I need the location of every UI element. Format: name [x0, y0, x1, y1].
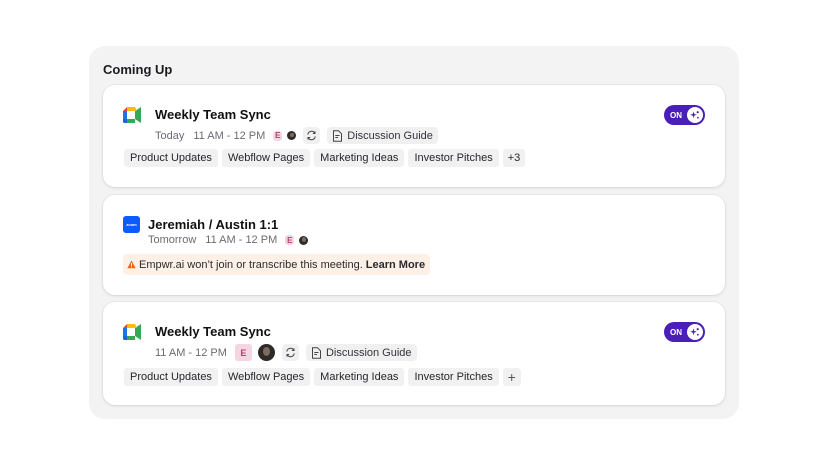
attendee-avatar[interactable] [299, 235, 309, 245]
tag[interactable]: Investor Pitches [408, 368, 499, 386]
meeting-card[interactable]: Weekly Team Sync 11 AM - 12 PM E Discuss… [103, 302, 725, 405]
attendee-badge[interactable]: E [273, 130, 283, 141]
more-tags-button[interactable]: +3 [502, 149, 526, 167]
add-tag-button[interactable]: + [502, 368, 521, 386]
meeting-meta: Tomorrow 11 AM - 12 PM E [148, 234, 309, 246]
section-title: Coming Up [103, 62, 173, 77]
toggle-label: ON [670, 327, 682, 337]
meeting-title[interactable]: Jeremiah / Austin 1:1 [148, 217, 278, 232]
document-icon [311, 346, 321, 359]
google-meet-icon [123, 107, 141, 123]
learn-more-link[interactable]: Learn More [366, 259, 425, 271]
zoom-icon: zoom [123, 216, 140, 233]
sparkle-icon [687, 107, 703, 123]
no-join-warning: Empwr.ai won’t join or transcribe this m… [123, 254, 431, 275]
meeting-meta: Today 11 AM - 12 PM E Discussion Guide [155, 127, 438, 144]
discussion-guide-label: Discussion Guide [325, 346, 412, 359]
tag[interactable]: Webflow Pages [221, 149, 311, 167]
discussion-guide-button[interactable]: Discussion Guide [327, 127, 438, 144]
attendee-badge[interactable]: E [285, 235, 295, 245]
tag-list: Product Updates Webflow Pages Marketing … [124, 368, 521, 386]
meeting-meta: 11 AM - 12 PM E Discussion Guide [155, 344, 417, 361]
meeting-time: 11 AM - 12 PM [193, 129, 266, 142]
coming-up-panel: Coming Up Weekly Team Sync Today 11 AM -… [89, 46, 739, 419]
ai-toggle[interactable]: ON [664, 322, 705, 342]
discussion-guide-label: Discussion Guide [347, 129, 433, 142]
meeting-day: Today [155, 129, 185, 142]
meeting-card[interactable]: Weekly Team Sync Today 11 AM - 12 PM E D… [103, 85, 725, 187]
sparkle-icon [687, 324, 703, 340]
tag[interactable]: Marketing Ideas [314, 368, 405, 386]
meeting-time: 11 AM - 12 PM [155, 346, 227, 359]
tag[interactable]: Product Updates [124, 149, 218, 167]
sync-button[interactable] [281, 344, 299, 361]
meeting-time: 11 AM - 12 PM [205, 234, 278, 246]
meeting-card[interactable]: zoom Jeremiah / Austin 1:1 Tomorrow 11 A… [103, 195, 725, 295]
tag[interactable]: Investor Pitches [408, 149, 499, 167]
attendee-avatar[interactable] [287, 131, 297, 140]
attendee-badge[interactable]: E [234, 344, 252, 361]
sync-button[interactable] [303, 127, 321, 144]
ai-toggle[interactable]: ON [664, 105, 705, 125]
tag[interactable]: Webflow Pages [221, 368, 311, 386]
tag[interactable]: Product Updates [124, 368, 218, 386]
meeting-title[interactable]: Weekly Team Sync [155, 324, 271, 339]
warning-icon [127, 260, 136, 269]
attendee-avatar[interactable] [257, 344, 275, 361]
tag-list: Product Updates Webflow Pages Marketing … [124, 149, 526, 167]
discussion-guide-button[interactable]: Discussion Guide [305, 344, 417, 361]
meeting-day: Tomorrow [148, 234, 197, 246]
tag[interactable]: Marketing Ideas [314, 149, 405, 167]
google-meet-icon [123, 324, 141, 340]
document-icon [333, 129, 343, 142]
refresh-icon [286, 347, 295, 358]
warning-text: Empwr.ai won’t join or transcribe this m… [139, 258, 363, 271]
toggle-label: ON [670, 110, 682, 120]
meeting-title[interactable]: Weekly Team Sync [155, 107, 271, 122]
refresh-icon [307, 130, 316, 141]
